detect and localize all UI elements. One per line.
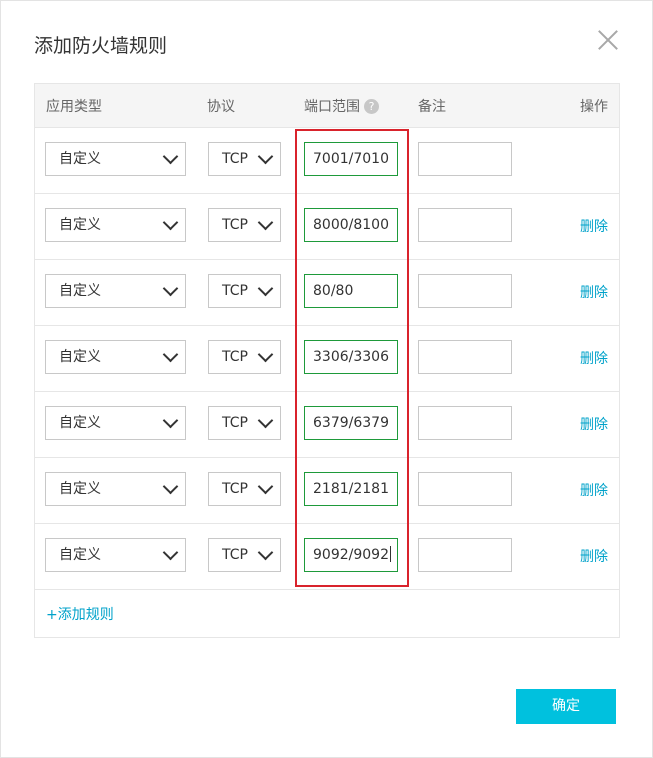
protocol-value: TCP — [222, 547, 248, 563]
app-type-select[interactable]: 自定义 — [45, 472, 186, 506]
app-type-value: 自定义 — [59, 349, 101, 365]
protocol-select[interactable]: TCP — [208, 406, 281, 440]
protocol-select[interactable]: TCP — [208, 208, 281, 242]
delete-rule-link[interactable]: 删除 — [580, 414, 608, 434]
chevron-down-icon — [162, 478, 179, 495]
app-type-select[interactable]: 自定义 — [45, 406, 186, 440]
chevron-down-icon — [257, 478, 274, 495]
delete-rule-link[interactable]: 删除 — [580, 348, 608, 368]
app-type-value: 自定义 — [59, 481, 101, 497]
delete-rule-link[interactable]: 删除 — [580, 546, 608, 566]
chevron-down-icon — [257, 346, 274, 363]
app-type-value: 自定义 — [59, 415, 101, 431]
port-range-highlight-box — [295, 129, 409, 587]
protocol-select[interactable]: TCP — [208, 340, 281, 374]
protocol-select[interactable]: TCP — [208, 538, 281, 572]
chevron-down-icon — [162, 280, 179, 297]
chevron-down-icon — [257, 544, 274, 561]
protocol-value: TCP — [222, 283, 248, 299]
add-firewall-rule-dialog: 添加防火墙规则 应用类型 协议 端口范围? 备注 操作 自定义 TCP 7001/7… — [0, 0, 653, 758]
chevron-down-icon — [162, 214, 179, 231]
port-range-header-label: 端口范围 — [304, 99, 360, 115]
column-header-port-range: 端口范围? — [304, 96, 379, 116]
note-input[interactable] — [418, 274, 512, 308]
protocol-value: TCP — [222, 481, 248, 497]
confirm-button[interactable]: 确定 — [516, 689, 616, 724]
chevron-down-icon — [257, 412, 274, 429]
chevron-down-icon — [162, 412, 179, 429]
protocol-select[interactable]: TCP — [208, 142, 281, 176]
protocol-select[interactable]: TCP — [208, 472, 281, 506]
chevron-down-icon — [257, 280, 274, 297]
app-type-select[interactable]: 自定义 — [45, 208, 186, 242]
add-rule-link[interactable]: +添加规则 — [46, 604, 114, 624]
protocol-select[interactable]: TCP — [208, 274, 281, 308]
column-header-note: 备注 — [418, 99, 446, 115]
dialog-title: 添加防火墙规则 — [34, 35, 168, 57]
table-header: 应用类型 协议 端口范围? 备注 操作 — [35, 84, 619, 128]
app-type-select[interactable]: 自定义 — [45, 142, 186, 176]
app-type-value: 自定义 — [59, 283, 101, 299]
help-icon[interactable]: ? — [364, 99, 379, 114]
app-type-select[interactable]: 自定义 — [45, 274, 186, 308]
app-type-select[interactable]: 自定义 — [45, 538, 186, 572]
chevron-down-icon — [257, 148, 274, 165]
close-icon[interactable] — [595, 27, 621, 53]
column-header-action: 操作 — [580, 99, 608, 115]
note-input[interactable] — [418, 142, 512, 176]
chevron-down-icon — [162, 346, 179, 363]
app-type-value: 自定义 — [59, 151, 101, 167]
protocol-value: TCP — [222, 349, 248, 365]
note-input[interactable] — [418, 406, 512, 440]
note-input[interactable] — [418, 340, 512, 374]
delete-rule-link[interactable]: 删除 — [580, 282, 608, 302]
note-input[interactable] — [418, 538, 512, 572]
note-input[interactable] — [418, 208, 512, 242]
app-type-select[interactable]: 自定义 — [45, 340, 186, 374]
protocol-value: TCP — [222, 415, 248, 431]
chevron-down-icon — [162, 148, 179, 165]
protocol-value: TCP — [222, 217, 248, 233]
column-header-app-type: 应用类型 — [46, 99, 102, 115]
chevron-down-icon — [257, 214, 274, 231]
protocol-value: TCP — [222, 151, 248, 167]
note-input[interactable] — [418, 472, 512, 506]
app-type-value: 自定义 — [59, 547, 101, 563]
delete-rule-link[interactable]: 删除 — [580, 480, 608, 500]
column-header-protocol: 协议 — [207, 99, 235, 115]
delete-rule-link[interactable]: 删除 — [580, 216, 608, 236]
chevron-down-icon — [162, 544, 179, 561]
app-type-value: 自定义 — [59, 217, 101, 233]
